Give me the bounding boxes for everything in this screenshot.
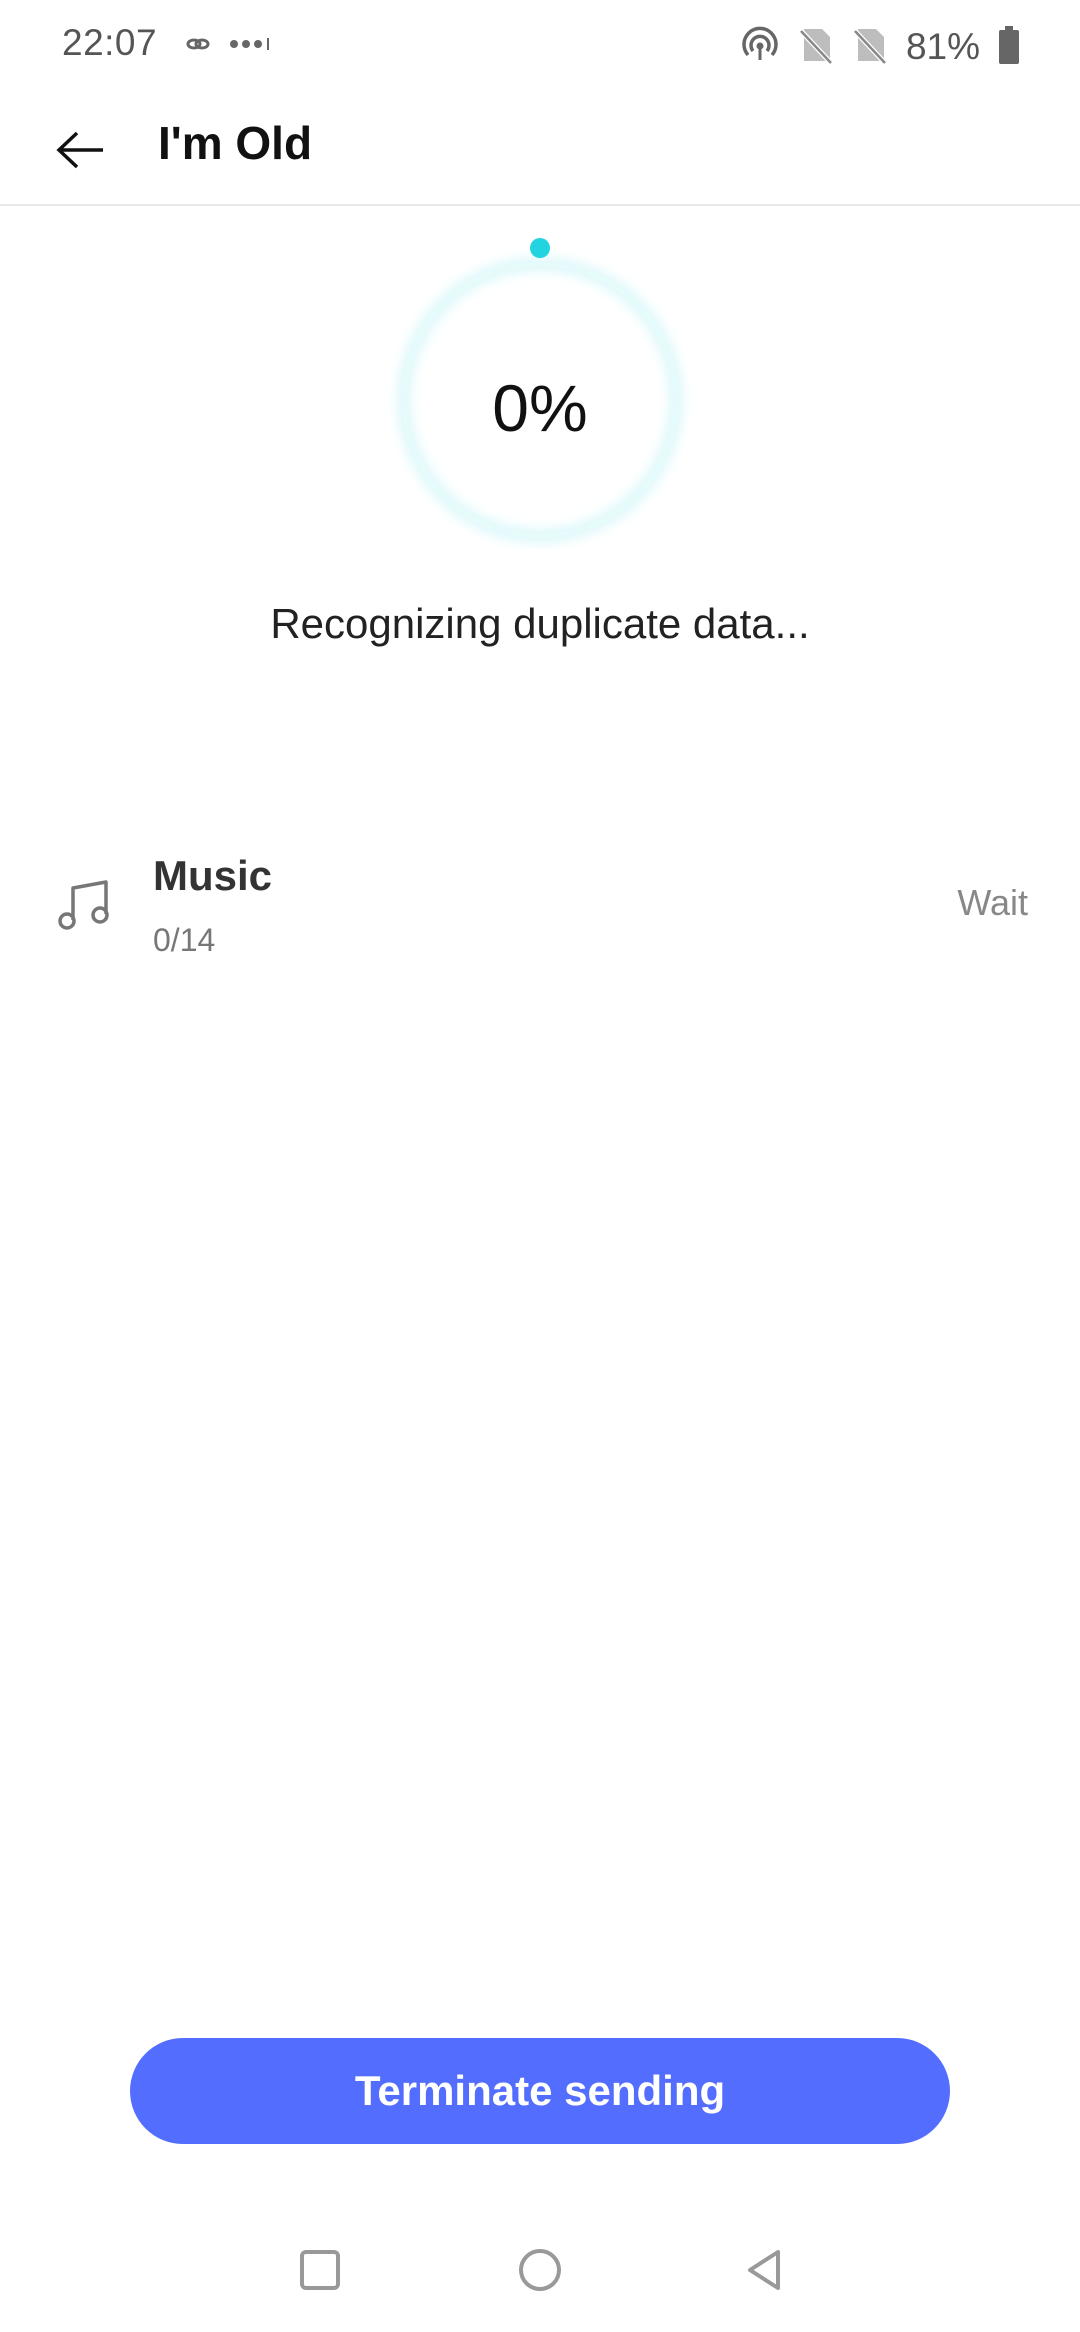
back-arrow-icon [55,130,105,175]
item-status: Wait [957,882,1028,923]
recents-icon [298,2248,342,2297]
home-button[interactable] [510,2242,570,2302]
back-button[interactable] [40,112,120,192]
no-sim-icon [852,25,888,70]
progress-percent: 0% [492,371,588,445]
battery-icon [998,25,1020,70]
system-back-button[interactable] [734,2242,794,2302]
hotspot-icon [740,25,780,70]
battery-percent: 81% [905,26,980,67]
status-left-icons [186,36,272,57]
item-count: 0/14 [153,922,216,958]
terminate-sending-button[interactable]: Terminate sending [130,2038,950,2144]
music-note-icon [56,876,116,936]
item-title: Music [153,852,273,899]
page-title: I'm Old [158,117,313,169]
more-dots-icon [228,36,272,57]
link-icon [186,36,210,57]
status-message: Recognizing duplicate data... [270,600,810,647]
status-bar: 22:07 81% [0,0,1080,92]
status-right: 81% [740,22,1020,72]
no-sim-icon [798,25,834,70]
recents-button[interactable] [290,2242,350,2302]
progress-ring: 0% [380,230,700,550]
status-time: 22:07 [62,22,158,63]
back-icon [742,2247,786,2298]
app-bar: I'm Old [0,92,1080,206]
home-icon [517,2247,563,2298]
list-item: Music 0/14 Wait [0,840,1080,970]
nav-bar [0,2212,1080,2332]
